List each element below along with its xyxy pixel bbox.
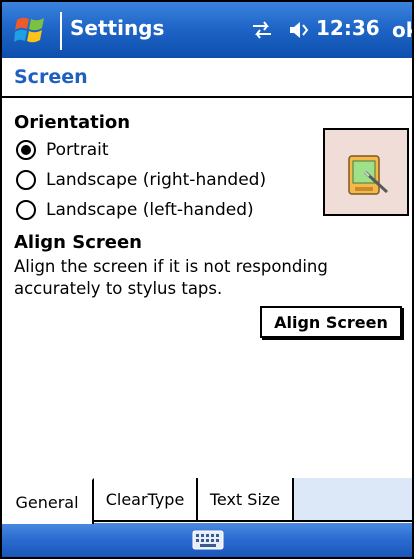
radio-label-portrait: Portrait (46, 140, 109, 160)
connectivity-icon[interactable] (250, 18, 274, 42)
settings-content: Orientation Portrait Landscape (right-ha… (2, 98, 412, 478)
align-screen-description: Align the screen if it is not responding… (14, 257, 328, 298)
menu-bar (2, 523, 412, 557)
tab-bar-filler (292, 478, 412, 522)
radio-label-landscape-left: Landscape (left-handed) (46, 200, 254, 220)
radio-button-unchecked[interactable] (16, 200, 36, 220)
page-title: Screen (14, 66, 88, 88)
tab-bar: General ClearType Text Size (2, 478, 412, 524)
windows-flag-icon[interactable] (14, 14, 48, 46)
align-screen-heading: Align Screen (14, 232, 142, 253)
radio-portrait[interactable]: Portrait (16, 136, 109, 164)
settings-screen: Settings 12:36 ok Screen Orientation Por… (0, 0, 414, 559)
radio-landscape-left[interactable]: Landscape (left-handed) (16, 196, 254, 224)
keyboard-icon[interactable] (192, 530, 224, 550)
radio-button-unchecked[interactable] (16, 170, 36, 190)
orientation-preview (323, 128, 409, 216)
radio-landscape-right[interactable]: Landscape (right-handed) (16, 166, 266, 194)
orientation-heading: Orientation (14, 112, 131, 133)
tab-general[interactable]: General (2, 478, 94, 524)
title-separator (60, 12, 62, 50)
tab-text-size[interactable]: Text Size (198, 478, 294, 522)
radio-label-landscape-right: Landscape (right-handed) (46, 170, 267, 190)
align-screen-button[interactable]: Align Screen (260, 306, 402, 338)
volume-icon[interactable] (288, 18, 312, 42)
device-stylus-icon (348, 155, 389, 195)
page-header: Screen (2, 58, 412, 98)
ok-button[interactable]: ok (384, 12, 412, 48)
clock-time[interactable]: 12:36 (316, 16, 380, 40)
app-title: Settings (70, 16, 165, 40)
title-bar: Settings 12:36 ok (2, 2, 412, 58)
tab-cleartype[interactable]: ClearType (94, 478, 198, 522)
radio-button-checked[interactable] (16, 140, 36, 160)
